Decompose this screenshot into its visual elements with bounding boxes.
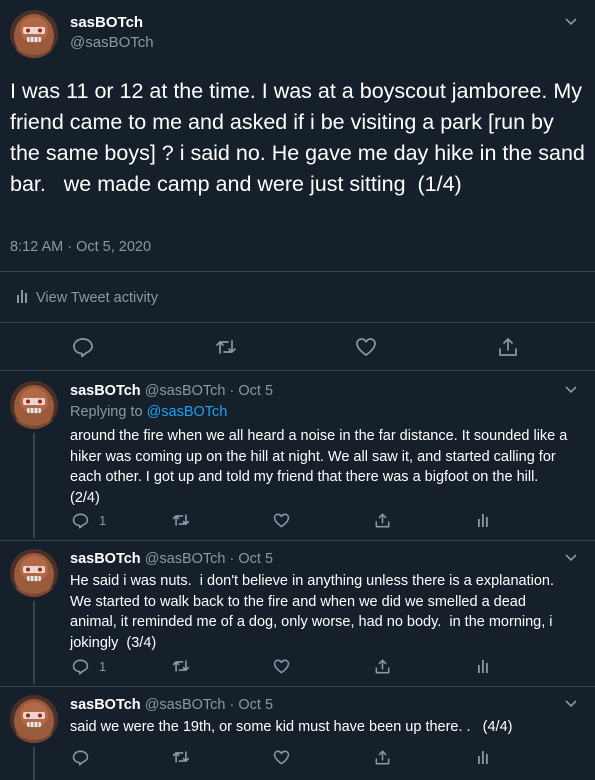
thread-connector — [33, 433, 35, 538]
divider — [0, 271, 595, 272]
reply-header[interactable]: sasBOTch @sasBOTch · Oct 5 — [70, 551, 273, 567]
replying-prefix: Replying to — [70, 404, 147, 420]
share-icon — [374, 749, 391, 766]
reply-header[interactable]: sasBOTch @sasBOTch · Oct 5 — [70, 383, 273, 399]
reply-text: said we were the 19th, or some kid must … — [70, 719, 513, 735]
replying-to: Replying to @sasBOTch — [70, 404, 227, 420]
like-icon — [273, 658, 290, 675]
like-button[interactable] — [273, 511, 290, 529]
like-icon — [273, 749, 290, 766]
avatar[interactable] — [10, 695, 58, 743]
tweet-timestamp[interactable]: 8:12 AM · Oct 5, 2020 — [10, 239, 151, 255]
reply-button[interactable] — [72, 748, 89, 766]
reply-icon — [72, 749, 89, 766]
author-handle[interactable]: @sasBOTch — [70, 34, 154, 51]
like-button[interactable] — [273, 748, 290, 766]
retweet-button[interactable] — [215, 336, 237, 358]
activity-label: View Tweet activity — [36, 290, 158, 306]
analytics-button[interactable] — [477, 657, 489, 675]
reply-button[interactable]: 1 — [72, 511, 106, 529]
replying-to-link[interactable]: @sasBOTch — [147, 404, 228, 420]
retweet-button[interactable] — [172, 511, 190, 529]
thread-connector — [33, 747, 35, 780]
like-icon — [355, 336, 377, 358]
share-button[interactable] — [374, 748, 391, 766]
share-button[interactable] — [497, 336, 519, 358]
reply-icon — [72, 512, 89, 529]
avatar[interactable] — [10, 381, 58, 429]
reply-icon — [72, 336, 94, 358]
like-button[interactable] — [355, 336, 377, 358]
divider — [0, 370, 595, 371]
analytics-button[interactable] — [477, 748, 489, 766]
chevron-down-icon[interactable] — [564, 550, 578, 564]
activity-icon — [16, 289, 28, 307]
retweet-button[interactable] — [172, 657, 190, 675]
retweet-icon — [172, 748, 190, 766]
retweet-icon — [215, 336, 237, 358]
author-name[interactable]: sasBOTch — [70, 551, 141, 567]
handle-date[interactable]: @sasBOTch · Oct 5 — [145, 383, 273, 399]
analytics-icon — [477, 659, 489, 673]
reply-text: around the fire when we all heard a nois… — [70, 428, 572, 506]
avatar[interactable] — [10, 549, 58, 597]
chevron-down-icon[interactable] — [564, 696, 578, 710]
share-icon — [497, 336, 519, 358]
reply-header[interactable]: sasBOTch @sasBOTch · Oct 5 — [70, 697, 273, 713]
thread-connector — [33, 601, 35, 684]
avatar[interactable] — [10, 10, 58, 58]
divider — [0, 540, 595, 541]
retweet-button[interactable] — [172, 748, 190, 766]
share-button[interactable] — [374, 657, 391, 675]
view-tweet-activity-link[interactable]: View Tweet activity — [16, 289, 158, 307]
retweet-icon — [172, 657, 190, 675]
handle-date[interactable]: @sasBOTch · Oct 5 — [145, 551, 273, 567]
reply-button[interactable]: 1 — [72, 657, 106, 675]
divider — [0, 686, 595, 687]
reply-count: 1 — [99, 512, 107, 528]
share-button[interactable] — [374, 511, 391, 529]
analytics-button[interactable] — [477, 511, 489, 529]
like-button[interactable] — [273, 657, 290, 675]
reply-text: He said i was nuts. i don't believe in a… — [70, 573, 559, 651]
reply-icon — [72, 658, 89, 675]
author-name[interactable]: sasBOTch — [70, 14, 143, 31]
analytics-icon — [477, 750, 489, 764]
chevron-down-icon[interactable] — [564, 382, 578, 396]
divider — [0, 322, 595, 323]
share-icon — [374, 512, 391, 529]
author-name[interactable]: sasBOTch — [70, 383, 141, 399]
like-icon — [273, 512, 290, 529]
reply-button[interactable] — [72, 336, 94, 358]
reply-count: 1 — [99, 658, 107, 674]
retweet-icon — [172, 511, 190, 529]
tweet-text: I was 11 or 12 at the time. I was at a b… — [10, 79, 591, 196]
author-name[interactable]: sasBOTch — [70, 697, 141, 713]
analytics-icon — [477, 513, 489, 527]
share-icon — [374, 658, 391, 675]
chevron-down-icon[interactable] — [564, 14, 578, 28]
handle-date[interactable]: @sasBOTch · Oct 5 — [145, 697, 273, 713]
